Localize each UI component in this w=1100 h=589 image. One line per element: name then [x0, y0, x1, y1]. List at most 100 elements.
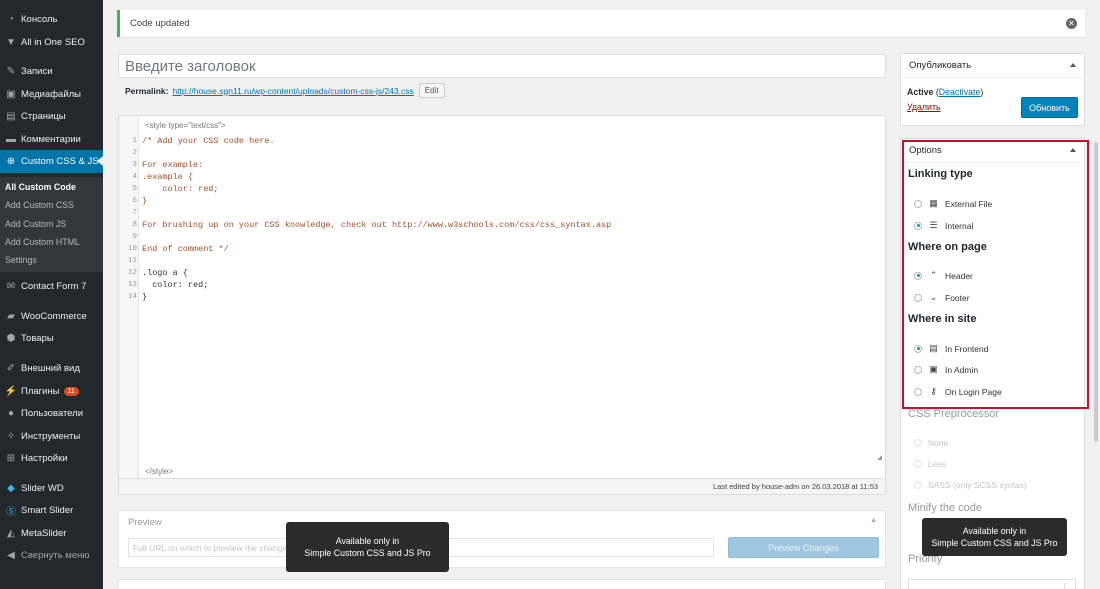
sidebar-item-posts[interactable]: ✎ Записи: [0, 60, 103, 82]
where-in-site-heading: Where in site: [908, 313, 977, 325]
delete-link[interactable]: Удалить: [907, 102, 941, 112]
submenu-add-custom-js[interactable]: Add Custom JS: [5, 219, 66, 229]
radio-button[interactable]: [914, 271, 922, 280]
radio-button[interactable]: [914, 481, 922, 489]
sidebar-item-products[interactable]: ⬢ Товары: [0, 327, 103, 349]
collapse-arrow-icon[interactable]: [1070, 63, 1076, 67]
radio-button[interactable]: [914, 199, 922, 208]
submenu-add-custom-css[interactable]: Add Custom CSS: [5, 200, 74, 210]
custom-css-js-submenu: All Custom Code Add Custom CSS Add Custo…: [0, 177, 103, 272]
sidebar-item-smart-slider[interactable]: Ⓢ Smart Slider: [0, 499, 103, 521]
radio-button[interactable]: [914, 439, 922, 447]
sidebar-item-console[interactable]: ◔ Консоль: [0, 8, 103, 30]
preview-changes-button[interactable]: Preview Changes: [728, 537, 879, 558]
next-panel: [118, 579, 886, 589]
option-external-file[interactable]: ▦ External File: [914, 198, 992, 209]
close-icon[interactable]: ✕: [1066, 18, 1077, 29]
text-lines-icon: ☰: [929, 220, 938, 230]
sidebar-item-label: Custom CSS & JS: [21, 156, 99, 167]
sidebar-item-contact-form[interactable]: ✉ Contact Form 7: [0, 275, 103, 297]
radio-button[interactable]: [914, 365, 922, 374]
update-button[interactable]: Обновить: [1021, 97, 1078, 118]
sidebar-item-woocommerce[interactable]: ▰ WooCommerce: [0, 305, 103, 327]
sidebar-item-tools[interactable]: ✧ Инструменты: [0, 425, 103, 447]
sidebar-item-label: Внешний вид: [21, 362, 80, 374]
sidebar-item-appearance[interactable]: ✐ Внешний вид: [0, 357, 103, 379]
submenu-add-custom-html[interactable]: Add Custom HTML: [5, 237, 80, 247]
sidebar-item-label: Консоль: [21, 13, 58, 25]
sidebar-item-label: Медиафайлы: [21, 88, 82, 100]
sidebar-item-label: Smart Slider: [21, 504, 74, 516]
close-style-tag: </style>: [145, 467, 174, 476]
comment-icon: ▬: [6, 133, 16, 145]
layout-icon: ▤: [929, 343, 938, 353]
option-label: None: [928, 438, 949, 448]
sidebar-item-custom-css-js[interactable]: ⊕ Custom CSS & JS: [0, 150, 103, 173]
sidebar-item-comments[interactable]: ▬ Комментарии: [0, 128, 103, 150]
line-number: 1: [132, 137, 137, 145]
code-editor[interactable]: <style type="text/css"> 1 /* Add your CSS…: [118, 115, 886, 479]
options-title: Options: [909, 145, 942, 156]
radio-button[interactable]: [914, 293, 922, 302]
collapse-arrow-icon[interactable]: ▲: [870, 517, 877, 524]
preview-panel: Preview ▲ Preview Changes: [118, 510, 886, 568]
collapse-arrow-icon[interactable]: [1070, 148, 1076, 152]
key-icon: ⚷: [930, 386, 937, 396]
option-label: On Login Page: [945, 386, 1002, 397]
option-in-frontend[interactable]: ▤ In Frontend: [914, 343, 988, 354]
sidebar-item-pages[interactable]: ▤ Страницы: [0, 105, 103, 127]
option-preprocessor-none[interactable]: None: [914, 438, 948, 448]
sidebar-item-media[interactable]: ▣ Медиафайлы: [0, 83, 103, 105]
submenu-settings[interactable]: Settings: [5, 255, 37, 265]
permalink-url[interactable]: http://house.sgn11.ru/wp-content/uploads…: [172, 86, 413, 96]
option-label: Internal: [945, 220, 974, 231]
admin-sidebar: ◔ Консоль ▼ All in One SEO ✎ Записи ▣ Медиаф…: [0, 0, 103, 589]
radio-button[interactable]: [914, 221, 922, 230]
slider-icon: ◆: [7, 482, 15, 494]
sidebar-collapse-menu[interactable]: ◀ Свернуть меню: [0, 544, 103, 566]
sidebar-item-label: Плагины: [21, 385, 60, 397]
sidebar-item-users[interactable]: ● Пользователи: [0, 402, 103, 424]
option-in-admin[interactable]: ▣ In Admin: [914, 364, 978, 375]
option-on-login-page[interactable]: ⚷ On Login Page: [914, 386, 1002, 397]
chevron-up-icon: ⌃: [929, 270, 938, 280]
line-number: 5: [132, 185, 137, 193]
option-preprocessor-less[interactable]: Less: [914, 459, 946, 469]
option-label: External File: [945, 198, 993, 209]
title-input[interactable]: [118, 54, 886, 78]
resize-handle-icon[interactable]: [877, 455, 882, 460]
admin-user-icon: ▣: [929, 364, 938, 374]
priority-select[interactable]: [908, 579, 1076, 589]
submenu-all-custom-code[interactable]: All Custom Code: [5, 182, 76, 192]
radio-button[interactable]: [914, 387, 922, 396]
woo-icon: ▰: [7, 310, 15, 322]
option-preprocessor-sass[interactable]: SASS (only SCSS syntax): [914, 480, 1027, 490]
scrollbar[interactable]: [1094, 142, 1098, 442]
deactivate-link[interactable]: Deactivate: [939, 87, 981, 97]
sidebar-item-aioseo[interactable]: ▼ All in One SEO: [0, 31, 103, 53]
status-label: Active: [907, 87, 934, 97]
collapse-icon: ◀: [7, 549, 15, 561]
radio-button[interactable]: [914, 460, 922, 468]
publish-header[interactable]: Опубликовать: [901, 54, 1084, 78]
sidebar-item-label: WooCommerce: [21, 310, 87, 322]
minify-heading: Minify the code: [908, 502, 982, 514]
sidebar-item-plugins[interactable]: ⚡ Плагины 11: [0, 380, 103, 402]
radio-button[interactable]: [914, 344, 922, 353]
publish-panel: Опубликовать Active (Deactivate) Удалить…: [900, 53, 1085, 126]
code-line: }: [142, 292, 148, 302]
box-icon: ⬢: [6, 332, 16, 344]
sidebar-item-settings[interactable]: ⊞ Настройки: [0, 447, 103, 469]
options-header[interactable]: Options: [901, 139, 1084, 163]
sidebar-item-metaslider[interactable]: ◭ MetaSlider: [0, 522, 103, 544]
shield-icon: ▼: [6, 36, 16, 48]
edit-permalink-button[interactable]: Edit: [418, 83, 445, 98]
sidebar-item-label: Slider WD: [21, 482, 64, 494]
option-header[interactable]: ⌃ Header: [914, 270, 973, 281]
sidebar-item-slider-wd[interactable]: ◆ Slider WD: [0, 477, 103, 499]
option-footer[interactable]: ⌄ Footer: [914, 292, 970, 303]
option-label: SASS (only SCSS syntax): [928, 480, 1027, 490]
line-number: 8: [132, 221, 137, 229]
sidebar-item-label: Комментарии: [21, 133, 81, 145]
option-internal[interactable]: ☰ Internal: [914, 220, 973, 231]
